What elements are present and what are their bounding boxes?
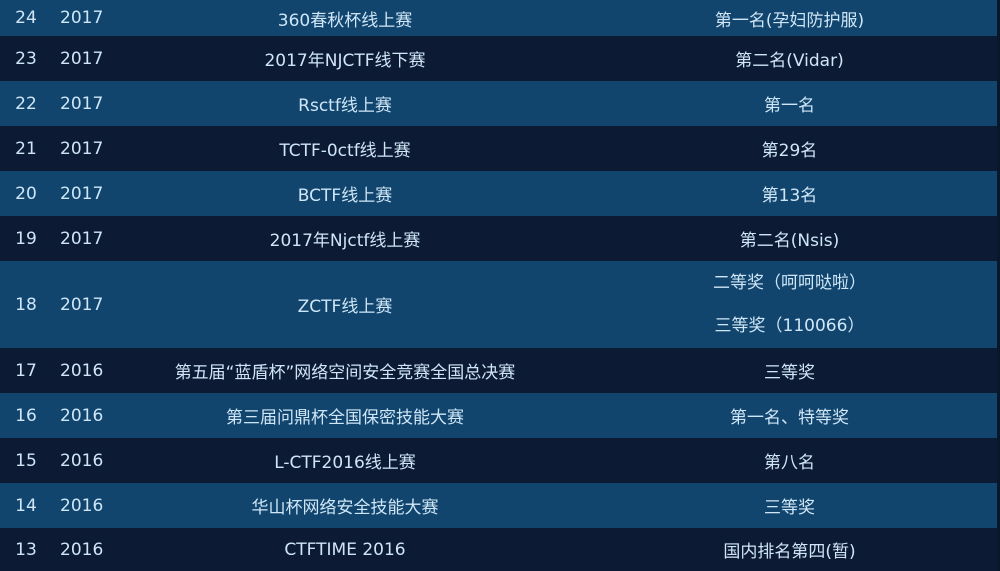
row-year: 2016: [60, 450, 104, 471]
row-id: 18: [15, 294, 37, 315]
table-row: 15 2016 L-CTF2016线上赛 第八名: [0, 438, 997, 483]
row-rank: 国内排名第四(暂): [582, 537, 997, 562]
row-rank: 二等奖（呵呵哒啦） 三等奖（110066）: [582, 262, 997, 348]
row-id: 15: [15, 450, 37, 471]
table-row: 19 2017 2017年Njctf线上赛 第二名(Nsis): [0, 216, 997, 261]
row-competition-name: BCTF线上赛: [297, 186, 393, 206]
row-competition-name: 华山杯网络安全技能大赛: [251, 498, 439, 518]
table-row: 20 2017 BCTF线上赛 第13名: [0, 171, 997, 216]
table-row: 18 2017 ZCTF线上赛 二等奖（呵呵哒啦） 三等奖（110066）: [0, 261, 997, 348]
row-rank: 第二名(Nsis): [582, 226, 997, 251]
row-rank: 第13名: [582, 181, 997, 206]
row-rank: 第29名: [582, 136, 997, 161]
table-row: 14 2016 华山杯网络安全技能大赛 三等奖: [0, 483, 997, 528]
row-id: 24: [15, 8, 37, 28]
row-id: 17: [15, 360, 37, 381]
row-competition-name: L-CTF2016线上赛: [274, 453, 416, 473]
row-id: 20: [15, 183, 37, 204]
row-year: 2017: [60, 183, 104, 204]
row-year: 2017: [60, 294, 104, 315]
row-year: 2017: [60, 48, 104, 69]
row-rank: 第八名: [582, 448, 997, 473]
row-year: 2017: [60, 138, 104, 159]
row-year: 2016: [60, 360, 104, 381]
row-year: 2017: [60, 93, 104, 114]
row-competition-name: 360春秋杯线上赛: [277, 10, 413, 31]
rank-line: 第二名(Nsis): [739, 231, 840, 251]
rank-line: 第29名: [761, 141, 818, 161]
row-competition-name: 第五届“蓝盾杯”网络空间安全竞赛全国总决赛: [174, 363, 516, 383]
row-competition-name: 2017年NJCTF线下赛: [264, 51, 426, 71]
rank-line: 三等奖: [764, 498, 815, 518]
row-id: 23: [15, 48, 37, 69]
row-competition-name: CTFTIME 2016: [284, 539, 406, 560]
rank-line: 第八名: [764, 453, 815, 473]
table-row: 21 2017 TCTF-0ctf线上赛 第29名: [0, 126, 997, 171]
row-competition-name: Rsctf线上赛: [298, 96, 392, 116]
row-year: 2017: [60, 8, 104, 28]
row-id: 19: [15, 228, 37, 249]
table-row: 13 2016 CTFTIME 2016 国内排名第四(暂): [0, 528, 997, 571]
row-year: 2016: [60, 405, 104, 426]
row-id: 21: [15, 138, 37, 159]
row-competition-name: 2017年Njctf线上赛: [269, 231, 421, 251]
rank-line: 三等奖: [764, 363, 815, 383]
rank-line: 二等奖（呵呵哒啦）: [713, 272, 866, 293]
row-competition-name: ZCTF线上赛: [297, 297, 393, 317]
table-row: 24 2017 360春秋杯线上赛 第一名(孕妇防护服): [0, 0, 997, 36]
rank-line: 三等奖（110066）: [714, 315, 865, 336]
row-rank: 三等奖: [582, 493, 997, 518]
row-year: 2016: [60, 495, 104, 516]
row-competition-name: 第三届问鼎杯全国保密技能大赛: [226, 408, 464, 428]
rank-line: 第一名: [764, 96, 815, 116]
row-competition-name: TCTF-0ctf线上赛: [279, 141, 411, 161]
row-year: 2017: [60, 228, 104, 249]
rank-line: 第一名(孕妇防护服): [714, 10, 865, 31]
rank-line: 第二名(Vidar): [735, 51, 844, 71]
rank-line: 第一名、特等奖: [730, 408, 849, 428]
table-row: 23 2017 2017年NJCTF线下赛 第二名(Vidar): [0, 36, 997, 81]
row-id: 14: [15, 495, 37, 516]
row-rank: 第一名、特等奖: [582, 403, 997, 428]
table-row: 17 2016 第五届“蓝盾杯”网络空间安全竞赛全国总决赛 三等奖: [0, 348, 997, 393]
row-rank: 第一名(孕妇防护服): [582, 6, 997, 31]
row-rank: 第一名: [582, 91, 997, 116]
table-row: 22 2017 Rsctf线上赛 第一名: [0, 81, 997, 126]
row-id: 16: [15, 405, 37, 426]
row-id: 13: [15, 539, 37, 560]
row-id: 22: [15, 93, 37, 114]
rank-line: 第13名: [761, 186, 818, 206]
row-rank: 三等奖: [582, 358, 997, 383]
competition-results-table: 24 2017 360春秋杯线上赛 第一名(孕妇防护服) 23 2017 201…: [0, 0, 1000, 571]
rank-line: 国内排名第四(暂): [723, 542, 856, 562]
row-rank: 第二名(Vidar): [582, 46, 997, 71]
table-row: 16 2016 第三届问鼎杯全国保密技能大赛 第一名、特等奖: [0, 393, 997, 438]
row-year: 2016: [60, 539, 104, 560]
